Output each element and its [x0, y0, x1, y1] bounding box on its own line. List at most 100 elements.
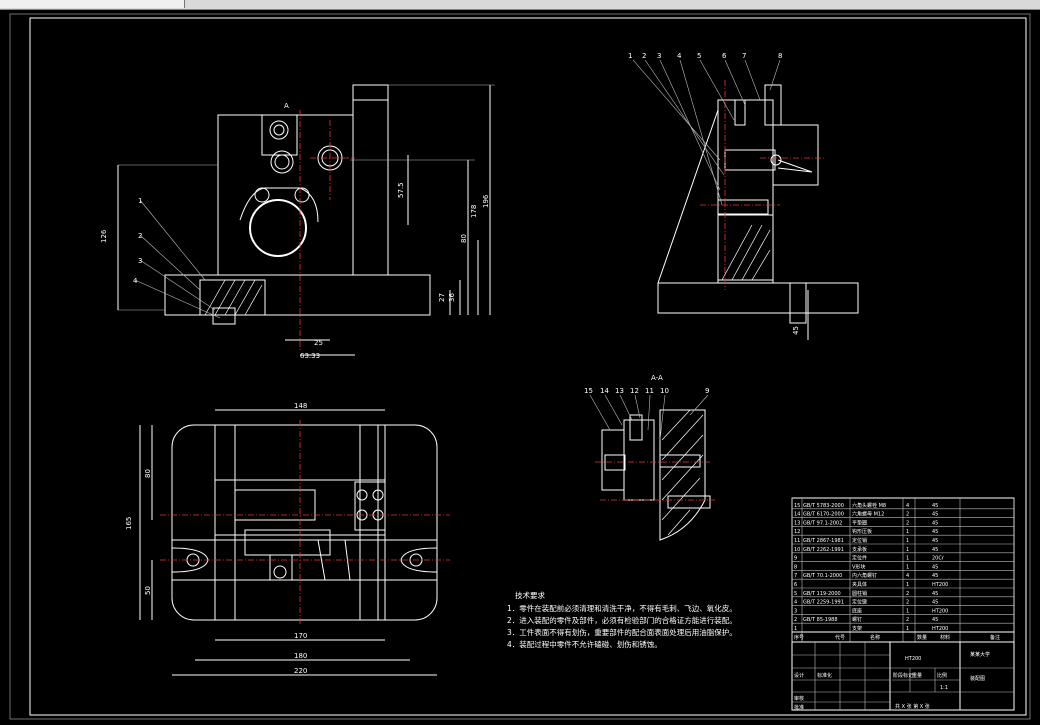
callout-side-4: 4	[677, 52, 682, 60]
parts-cell-no: 11	[794, 538, 800, 544]
parts-cell-qty: 2	[906, 600, 909, 606]
parts-cell-qty: 2	[906, 512, 909, 518]
parts-cell-no: 6	[794, 582, 797, 588]
sheet-info: 共 X 张 第 X 张	[895, 703, 930, 710]
parts-cell-no: 12	[794, 529, 800, 535]
parts-cell-code: GB/T 70.1-2000	[803, 573, 842, 579]
parts-cell-name: 定位件	[852, 555, 867, 562]
parts-cell-name: V形块	[852, 563, 865, 570]
callout-sec-10: 10	[660, 387, 669, 395]
dim-165: 165	[125, 517, 133, 530]
parts-cell-qty: 1	[906, 564, 909, 570]
parts-cell-name: 支承板	[852, 546, 867, 553]
dim-50-plan: 50	[144, 586, 152, 595]
front-view-dimensions: 126 57.5 178 80 196 27 36 25 63.33 A 1 2…	[100, 102, 490, 360]
callout-sec-13: 13	[615, 387, 624, 395]
section-a-a: A-A	[589, 374, 715, 541]
callout-side-2: 2	[642, 52, 646, 60]
parts-cell-mat: 45	[932, 538, 938, 544]
tech-note-4: 4．装配过程中零件不允许磕碰、划伤和锈蚀。	[507, 639, 662, 649]
callout-side-7: 7	[742, 52, 746, 60]
callout-side-3: 3	[657, 52, 661, 60]
parts-cell-mat: 45	[932, 520, 938, 526]
view-marker-a: A	[284, 102, 289, 110]
label-scale: 比例	[937, 672, 947, 679]
parts-cell-mat: 45	[932, 503, 938, 509]
callout-sec-15: 15	[584, 387, 593, 395]
callout-side-5: 5	[697, 52, 701, 60]
dim-178: 178	[470, 205, 478, 218]
parts-cell-mat: HT200	[932, 608, 948, 614]
title-block: 15 GB/T 5783-2000 六角头螺栓 M8 4 4514 GB/T 6170-2…	[791, 497, 1015, 711]
parts-cell-name: 钩形压板	[852, 528, 872, 535]
callout-front-4: 4	[133, 277, 138, 285]
dim-220: 220	[294, 667, 307, 675]
parts-cell-code: GB/T 2262-1991	[803, 547, 844, 553]
parts-cell-no: 8	[794, 564, 797, 570]
label-weight: 重量	[912, 672, 922, 679]
parts-cell-mat: 45	[932, 529, 938, 535]
parts-cell-code: GB/T 5783-2000	[803, 503, 844, 509]
callout-sec-9: 9	[705, 387, 709, 395]
parts-cell-mat: 20Cr	[932, 556, 945, 562]
dim-63-33: 63.33	[300, 352, 320, 360]
parts-cell-name: 内六角螺钉	[852, 572, 877, 579]
parts-cell-mat: HT200	[932, 626, 948, 632]
parts-cell-qty: 1	[906, 556, 909, 562]
parts-cell-name: 螺钉	[852, 616, 862, 623]
callout-sec-11: 11	[645, 387, 654, 395]
dim-27: 27	[438, 293, 446, 302]
parts-cell-qty: 1	[906, 529, 909, 535]
parts-cell-no: 4	[794, 600, 797, 606]
tech-notes-title: 技术要求	[515, 590, 545, 600]
parts-cell-qty: 1	[906, 626, 909, 632]
parts-cell-no: 15	[794, 503, 800, 509]
parts-cell-name: 六角头螺栓 M8	[852, 502, 886, 509]
callout-sec-12: 12	[630, 387, 639, 395]
callout-side-1: 1	[628, 52, 632, 60]
header-name: 名称	[870, 634, 880, 641]
parts-cell-mat: 45	[932, 564, 938, 570]
dim-80: 80	[460, 234, 468, 243]
parts-cell-code: GB/T 2259-1991	[803, 600, 844, 606]
callout-side-6: 6	[722, 52, 727, 60]
tech-note-1: 1．零件在装配前必须清理和清洗干净，不得有毛刺、飞边、氧化皮。	[507, 603, 737, 613]
parts-cell-name: 夹具体	[852, 581, 867, 588]
outer-frame	[9, 13, 1031, 720]
scale-value: 1:1	[940, 685, 948, 691]
parts-cell-name: 支架	[852, 625, 862, 632]
parts-cell-qty: 1	[906, 547, 909, 553]
dim-36: 36	[448, 293, 456, 302]
side-view	[632, 59, 859, 340]
parts-cell-no: 5	[794, 591, 797, 597]
parts-cell-qty: 2	[906, 617, 909, 623]
tech-note-3: 3．工件表面不得有划伤，重要部件的配合面表面处理后用油脂保护。	[507, 627, 737, 637]
dim-180: 180	[294, 652, 307, 660]
drawing-name: 装配图	[970, 675, 985, 682]
parts-cell-qty: 1	[906, 582, 909, 588]
dim-170: 170	[294, 632, 307, 640]
dim-side-45: 45	[792, 326, 800, 335]
parts-cell-no: 3	[794, 608, 797, 614]
parts-cell-name: 平垫圈	[852, 519, 867, 526]
parts-cell-code: GB/T 119-2000	[803, 591, 841, 597]
header-code: 代号	[835, 634, 845, 641]
dim-148: 148	[294, 402, 307, 410]
parts-cell-name: 六角螺母 M12	[852, 511, 884, 518]
parts-cell-code: GB/T 85-1988	[803, 617, 838, 623]
parts-cell-mat: HT200	[932, 582, 948, 588]
parts-list-rows: 15 GB/T 5783-2000 六角头螺栓 M8 4 4514 GB/T 6170-2…	[791, 498, 1015, 642]
callout-front-3: 3	[138, 257, 142, 265]
dim-25: 25	[314, 339, 323, 347]
parts-cell-name: 底座	[852, 607, 862, 614]
header-mat: 材料	[940, 634, 950, 641]
header-note: 备注	[990, 634, 1000, 641]
callout-sec-14: 14	[600, 387, 609, 395]
side-view-callouts: 1 2 3 4 5 6 7 8 45	[628, 52, 800, 335]
parts-cell-mat: 45	[932, 591, 938, 597]
material-value: HT200	[905, 656, 921, 662]
callout-front-2: 2	[138, 232, 142, 240]
parts-cell-no: 1	[794, 626, 797, 632]
parts-cell-code: GB/T 6170-2000	[803, 512, 844, 518]
parts-cell-mat: 45	[932, 512, 938, 518]
